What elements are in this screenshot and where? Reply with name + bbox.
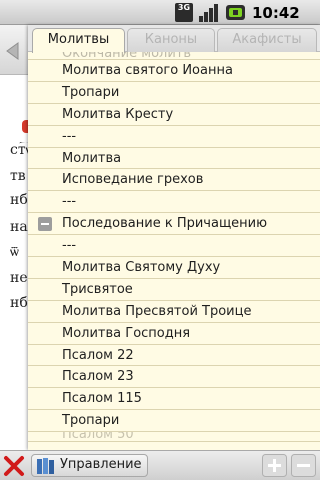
close-icon[interactable] — [2, 454, 26, 478]
list-item[interactable]: Молитва святого Иоанна — [28, 60, 320, 82]
background-text-line: нб — [10, 192, 28, 208]
list-item[interactable]: Псалом 50 — [28, 432, 320, 443]
manage-button[interactable]: Управление — [31, 454, 148, 477]
list-item[interactable]: Тропари — [28, 410, 320, 433]
list-item[interactable]: Молитва Кресту — [28, 104, 320, 126]
signal-icon — [199, 4, 218, 22]
network-3g-icon: 3G — [175, 3, 193, 22]
zoom-in-icon[interactable] — [262, 454, 287, 477]
section-header[interactable]: Последование к Причащению — [28, 213, 320, 236]
background-text-line: тв — [10, 168, 26, 184]
list-separator[interactable]: --- — [28, 126, 320, 148]
list-separator[interactable]: --- — [28, 235, 320, 258]
background-text-line: нб — [10, 295, 28, 311]
background-text-line: на — [10, 219, 28, 235]
battery-icon — [226, 5, 245, 20]
status-bar: 3G 10:42 AM — [0, 0, 320, 40]
list-item[interactable]: Молитва Святому Духу — [28, 257, 320, 279]
prayers-popup: Молитвы Каноны Акафисты Окончание молитв… — [28, 25, 320, 450]
list-item[interactable]: Тропари — [28, 82, 320, 104]
tab-bar: Молитвы Каноны Акафисты — [28, 25, 320, 53]
tab-canons[interactable]: Каноны — [127, 28, 215, 52]
section-header-label: Последование к Причащению — [62, 216, 268, 232]
network-type: 3G — [177, 3, 191, 12]
list-separator[interactable]: --- — [28, 191, 320, 214]
list-item[interactable]: Трисвятое — [28, 279, 320, 301]
prayer-list: Окончание молитв Молитва святого Иоанна … — [28, 52, 320, 443]
list-item[interactable]: Псалом 115 — [28, 388, 320, 411]
list-item[interactable]: Псалом 22 — [28, 345, 320, 367]
list-item[interactable]: Молитва Господня — [28, 323, 320, 345]
bottom-toolbar: Управление — [0, 450, 320, 480]
collapse-minus-icon[interactable] — [38, 217, 52, 232]
tab-prayers[interactable]: Молитвы — [32, 28, 125, 53]
back-arrow-icon[interactable] — [3, 40, 23, 62]
background-text-line: ст͡ѡ — [10, 142, 30, 158]
manage-button-label: Управление — [60, 457, 142, 472]
tab-akathists[interactable]: Акафисты — [217, 28, 317, 52]
background-text-line: ѿ — [10, 244, 19, 260]
background-text-line: не — [10, 270, 28, 286]
list-item[interactable]: Молитва — [28, 148, 320, 170]
list-item[interactable]: Псалом 23 — [28, 366, 320, 389]
books-icon — [37, 458, 54, 474]
list-item[interactable]: Окончание молитв — [28, 52, 320, 60]
list-item[interactable]: Исповедание грехов — [28, 169, 320, 192]
list-item[interactable]: Молитва Пресвятой Троице — [28, 301, 320, 323]
zoom-out-icon[interactable] — [291, 454, 316, 477]
